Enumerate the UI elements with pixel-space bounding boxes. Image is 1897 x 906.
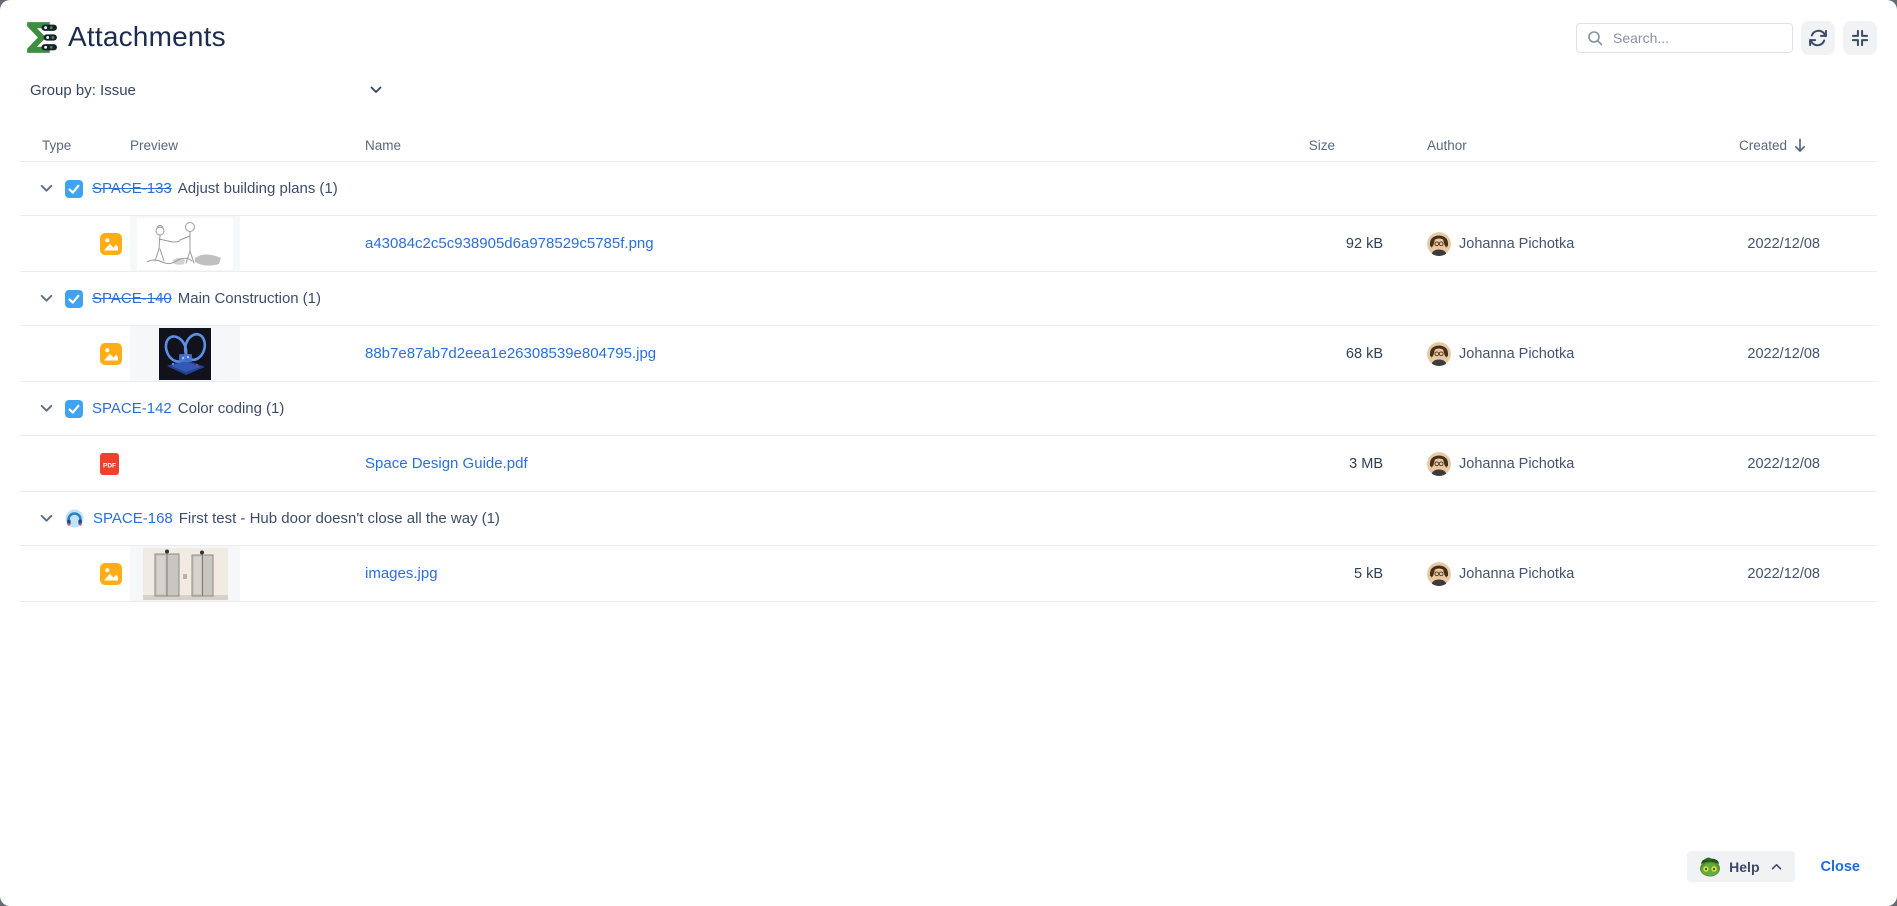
refresh-button[interactable] [1801, 21, 1835, 55]
search-box[interactable] [1576, 23, 1793, 53]
issue-type-task-icon [65, 290, 83, 308]
author-avatar [1427, 452, 1451, 476]
attachment-size: 92 kB [1346, 236, 1383, 252]
chevron-down-icon [370, 86, 382, 94]
dialog-footer: Help Close [1687, 851, 1860, 882]
attachment-name-link[interactable]: 88b7e87ab7d2eea1e26308539e804795.jpg [365, 345, 656, 362]
attachment-preview-thumbnail[interactable] [130, 326, 240, 381]
author-avatar [1427, 562, 1451, 586]
attachment-name-link[interactable]: a43084c2c5c938905d6a978529c5785f.png [365, 235, 654, 252]
page-title: Attachments [68, 21, 226, 53]
collapse-group-chevron-icon[interactable] [38, 511, 54, 527]
attachment-row: 88b7e87ab7d2eea1e26308539e804795.jpg 68 … [20, 326, 1877, 382]
collapse-group-chevron-icon[interactable] [38, 291, 54, 307]
attachment-row: a43084c2c5c938905d6a978529c5785f.png 92 … [20, 216, 1877, 272]
created-date: 2022/12/08 [1747, 456, 1820, 472]
issue-key-link[interactable]: SPACE-142 [92, 400, 172, 417]
attachment-preview-thumbnail[interactable] [130, 216, 240, 271]
attachment-count: (1) [303, 290, 321, 307]
column-header-created-label: Created [1739, 138, 1787, 153]
author-avatar [1427, 342, 1451, 366]
collapse-group-chevron-icon[interactable] [38, 401, 54, 417]
close-button[interactable]: Close [1821, 859, 1861, 875]
attachment-preview-thumbnail[interactable] [130, 546, 240, 601]
attachment-size: 5 kB [1354, 566, 1383, 582]
collapse-all-button[interactable] [1843, 21, 1877, 55]
issue-key-link[interactable]: SPACE-168 [93, 510, 173, 527]
issue-key-link[interactable]: SPACE-140 [92, 290, 172, 307]
svg-text:PDF: PDF [103, 462, 116, 469]
image-file-type-icon [100, 343, 122, 365]
attachment-size: 3 MB [1349, 456, 1383, 472]
group-row: SPACE-140 Main Construction (1) [20, 272, 1877, 326]
attachments-dialog: Attachments [0, 0, 1897, 906]
created-date: 2022/12/08 [1747, 236, 1820, 252]
attachment-name-link[interactable]: Space Design Guide.pdf [365, 455, 528, 472]
column-header-created[interactable]: Created [1697, 138, 1877, 153]
column-header-name[interactable]: Name [240, 138, 1273, 153]
collapse-all-icon [1850, 28, 1870, 48]
column-header-type[interactable]: Type [20, 138, 130, 153]
help-button-label: Help [1729, 859, 1759, 875]
issue-type-headphones-icon [65, 509, 84, 528]
attachments-table: Type Preview Name Size Author Created [20, 127, 1877, 602]
issue-type-task-icon [65, 180, 83, 198]
image-file-type-icon [100, 563, 122, 585]
issue-summary: Main Construction [178, 290, 299, 307]
created-date: 2022/12/08 [1747, 346, 1820, 362]
author-name: Johanna Pichotka [1459, 346, 1574, 362]
top-actions [1576, 21, 1877, 55]
author-name: Johanna Pichotka [1459, 566, 1574, 582]
group-row: SPACE-168 First test - Hub door doesn't … [20, 492, 1877, 546]
help-robot-icon [1698, 856, 1722, 877]
author-name: Johanna Pichotka [1459, 456, 1574, 472]
author-avatar [1427, 232, 1451, 256]
issue-type-task-icon [65, 400, 83, 418]
author-name: Johanna Pichotka [1459, 236, 1574, 252]
chevron-up-icon [1771, 863, 1782, 870]
search-icon [1587, 30, 1603, 46]
attachment-size: 68 kB [1346, 346, 1383, 362]
group-row: SPACE-142 Color coding (1) [20, 382, 1877, 436]
attachment-row: images.jpg 5 kB Johanna Pichotka 2022/12… [20, 546, 1877, 602]
pdf-file-type-icon: PDF [100, 453, 119, 475]
help-button[interactable]: Help [1687, 851, 1794, 882]
issue-key-link[interactable]: SPACE-133 [92, 180, 172, 197]
issue-summary: Color coding [178, 400, 262, 417]
collapse-group-chevron-icon[interactable] [38, 181, 54, 197]
attachment-count: (1) [319, 180, 337, 197]
created-date: 2022/12/08 [1747, 566, 1820, 582]
sort-descending-icon [1793, 138, 1807, 153]
search-input[interactable] [1611, 29, 1796, 47]
column-header-size[interactable]: Size [1273, 138, 1383, 153]
refresh-icon [1808, 28, 1828, 48]
issue-summary: Adjust building plans [178, 180, 316, 197]
attachment-count: (1) [266, 400, 284, 417]
app-logo-icon [22, 19, 59, 56]
group-row: SPACE-133 Adjust building plans (1) [20, 162, 1877, 216]
attachment-count: (1) [482, 510, 500, 527]
image-file-type-icon [100, 233, 122, 255]
column-header-preview[interactable]: Preview [130, 138, 240, 153]
attachment-row: PDF Space Design Guide.pdf 3 MB Johanna … [20, 436, 1877, 492]
title-bar: Attachments [0, 0, 1897, 57]
table-header-row: Type Preview Name Size Author Created [20, 127, 1877, 162]
group-by-select[interactable]: Group by: Issue [30, 79, 382, 101]
column-header-author[interactable]: Author [1383, 138, 1697, 153]
attachment-name-link[interactable]: images.jpg [365, 565, 438, 582]
issue-summary: First test - Hub door doesn't close all … [179, 510, 478, 527]
group-by-label: Group by: Issue [30, 82, 136, 99]
